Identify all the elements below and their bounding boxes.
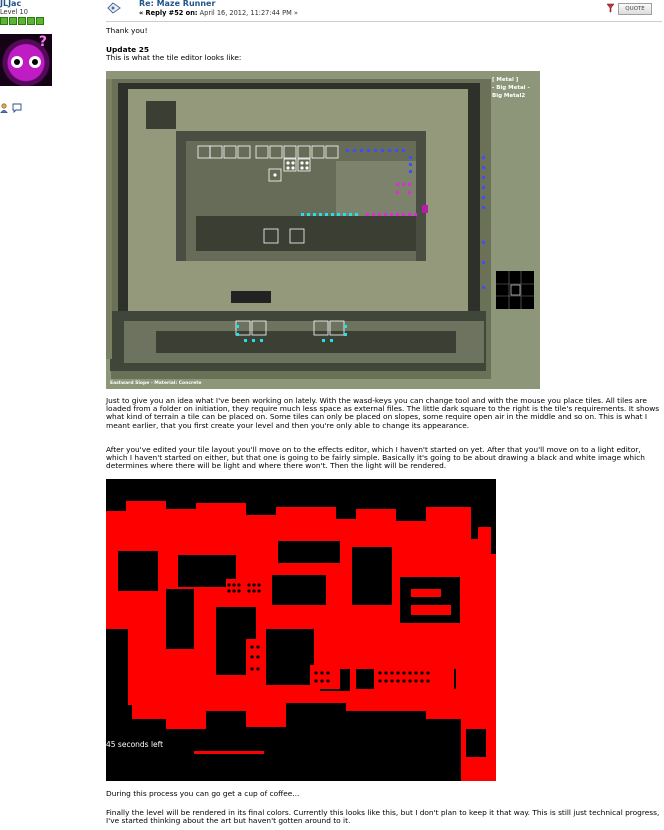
light-render-image: 45 seconds left [106, 479, 496, 781]
paragraph-3: During this process you can go get a cup… [106, 789, 300, 798]
tile-category-label: [ Metal ] [492, 77, 519, 83]
author-name[interactable]: JLJac [0, 0, 21, 8]
intro-text: This is what the tile editor looks like: [106, 53, 242, 62]
star-icon [18, 17, 26, 25]
post-date: April 16, 2012, 11:27:44 PM » [199, 9, 298, 17]
star-icon [0, 17, 8, 25]
quote-control[interactable]: QUOTE [606, 3, 652, 15]
thanks-text: Thank you! [106, 26, 148, 35]
paragraph-2: After you've edited your tile layout you… [106, 445, 645, 471]
star-icon [27, 17, 35, 25]
header-divider [106, 21, 662, 22]
render-timer: 45 seconds left [106, 740, 163, 749]
post-icon [106, 2, 122, 14]
quote-button[interactable]: QUOTE [618, 3, 652, 15]
message-icon[interactable] [12, 103, 22, 114]
star-icon [9, 17, 17, 25]
paragraph-4: Finally the level will be rendered in it… [106, 808, 660, 826]
tile-editor-image: [ Metal ] - Big Metal - Big Metal2 Eastw… [106, 71, 540, 389]
tile-variant-label: Big Metal2 [492, 93, 525, 99]
post-title[interactable]: Re: Maze Runner [139, 0, 215, 8]
tile-name-label: - Big Metal - [492, 85, 530, 91]
reply-label[interactable]: « Reply #52 on: [139, 9, 198, 17]
paragraph-1: Just to give you an idea what I've been … [106, 396, 660, 430]
avatar: ? [0, 34, 52, 86]
editor-status-label: Eastward Slope - Material: Concrete [110, 380, 201, 386]
post-meta: « Reply #52 on: April 16, 2012, 11:27:44… [139, 9, 298, 17]
star-icon [36, 17, 44, 25]
profile-icon[interactable] [0, 103, 10, 114]
rank-stars [0, 17, 44, 25]
author-level: Level 10 [0, 8, 28, 16]
quote-icon [606, 3, 615, 15]
author-actions [0, 103, 22, 114]
